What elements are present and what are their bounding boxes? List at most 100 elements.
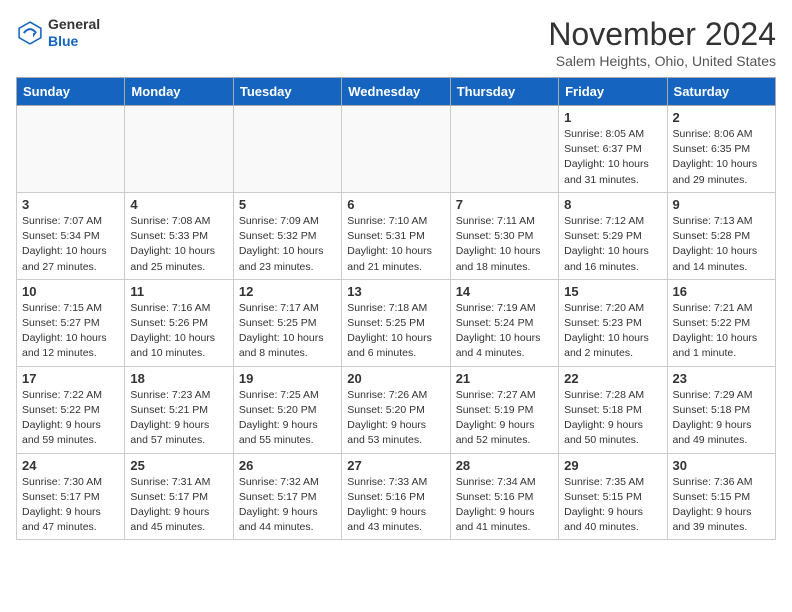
day-number: 9 bbox=[673, 197, 770, 212]
day-info: Sunrise: 7:11 AM Sunset: 5:30 PM Dayligh… bbox=[456, 214, 553, 275]
day-number: 28 bbox=[456, 458, 553, 473]
day-number: 10 bbox=[22, 284, 119, 299]
day-number: 23 bbox=[673, 371, 770, 386]
day-number: 12 bbox=[239, 284, 336, 299]
day-info: Sunrise: 7:35 AM Sunset: 5:15 PM Dayligh… bbox=[564, 475, 661, 536]
day-info: Sunrise: 7:17 AM Sunset: 5:25 PM Dayligh… bbox=[239, 301, 336, 362]
day-number: 13 bbox=[347, 284, 444, 299]
logo-general: General bbox=[48, 16, 100, 32]
day-info: Sunrise: 7:30 AM Sunset: 5:17 PM Dayligh… bbox=[22, 475, 119, 536]
day-info: Sunrise: 8:06 AM Sunset: 6:35 PM Dayligh… bbox=[673, 127, 770, 188]
calendar-cell: 28 Sunrise: 7:34 AM Sunset: 5:16 PM Dayli… bbox=[450, 453, 558, 540]
calendar-cell bbox=[342, 106, 450, 193]
day-number: 4 bbox=[130, 197, 227, 212]
calendar-header-row: SundayMondayTuesdayWednesdayThursdayFrid… bbox=[17, 78, 776, 106]
day-number: 2 bbox=[673, 110, 770, 125]
col-header-sunday: Sunday bbox=[17, 78, 125, 106]
day-number: 17 bbox=[22, 371, 119, 386]
day-info: Sunrise: 8:05 AM Sunset: 6:37 PM Dayligh… bbox=[564, 127, 661, 188]
day-number: 8 bbox=[564, 197, 661, 212]
day-info: Sunrise: 7:13 AM Sunset: 5:28 PM Dayligh… bbox=[673, 214, 770, 275]
calendar-week-4: 17Sunrise: 7:22 AM Sunset: 5:22 PM Dayli… bbox=[17, 366, 776, 453]
day-number: 1 bbox=[564, 110, 661, 125]
calendar-cell: 27 Sunrise: 7:33 AM Sunset: 5:16 PM Dayli… bbox=[342, 453, 450, 540]
day-info: Sunrise: 7:12 AM Sunset: 5:29 PM Dayligh… bbox=[564, 214, 661, 275]
day-number: 25 bbox=[130, 458, 227, 473]
calendar-cell: 13 Sunrise: 7:18 AM Sunset: 5:25 PM Dayli… bbox=[342, 279, 450, 366]
calendar-cell: 22 Sunrise: 7:28 AM Sunset: 5:18 PM Dayli… bbox=[559, 366, 667, 453]
day-number: 16 bbox=[673, 284, 770, 299]
day-number: 5 bbox=[239, 197, 336, 212]
day-number: 20 bbox=[347, 371, 444, 386]
logo-icon bbox=[16, 19, 44, 47]
day-info: Sunrise: 7:34 AM Sunset: 5:16 PM Dayligh… bbox=[456, 475, 553, 536]
calendar-cell: 26 Sunrise: 7:32 AM Sunset: 5:17 PM Dayli… bbox=[233, 453, 341, 540]
day-info: Sunrise: 7:27 AM Sunset: 5:19 PM Dayligh… bbox=[456, 388, 553, 449]
day-number: 29 bbox=[564, 458, 661, 473]
calendar-cell: 3Sunrise: 7:07 AM Sunset: 5:34 PM Daylig… bbox=[17, 192, 125, 279]
calendar-cell bbox=[450, 106, 558, 193]
day-info: Sunrise: 7:19 AM Sunset: 5:24 PM Dayligh… bbox=[456, 301, 553, 362]
day-info: Sunrise: 7:36 AM Sunset: 5:15 PM Dayligh… bbox=[673, 475, 770, 536]
day-info: Sunrise: 7:33 AM Sunset: 5:16 PM Dayligh… bbox=[347, 475, 444, 536]
calendar-cell: 9 Sunrise: 7:13 AM Sunset: 5:28 PM Daylig… bbox=[667, 192, 775, 279]
title-block: November 2024 Salem Heights, Ohio, Unite… bbox=[548, 16, 776, 69]
calendar-cell: 6Sunrise: 7:10 AM Sunset: 5:31 PM Daylig… bbox=[342, 192, 450, 279]
col-header-saturday: Saturday bbox=[667, 78, 775, 106]
month-title: November 2024 bbox=[548, 16, 776, 53]
page-header: General Blue November 2024 Salem Heights… bbox=[16, 16, 776, 69]
calendar-cell: 8 Sunrise: 7:12 AM Sunset: 5:29 PM Daylig… bbox=[559, 192, 667, 279]
calendar-week-1: 1 Sunrise: 8:05 AM Sunset: 6:37 PM Daylig… bbox=[17, 106, 776, 193]
col-header-tuesday: Tuesday bbox=[233, 78, 341, 106]
day-number: 14 bbox=[456, 284, 553, 299]
calendar-week-5: 24Sunrise: 7:30 AM Sunset: 5:17 PM Dayli… bbox=[17, 453, 776, 540]
day-info: Sunrise: 7:16 AM Sunset: 5:26 PM Dayligh… bbox=[130, 301, 227, 362]
day-number: 11 bbox=[130, 284, 227, 299]
calendar-cell: 24Sunrise: 7:30 AM Sunset: 5:17 PM Dayli… bbox=[17, 453, 125, 540]
day-number: 19 bbox=[239, 371, 336, 386]
calendar-cell: 17Sunrise: 7:22 AM Sunset: 5:22 PM Dayli… bbox=[17, 366, 125, 453]
calendar-cell: 5 Sunrise: 7:09 AM Sunset: 5:32 PM Daylig… bbox=[233, 192, 341, 279]
calendar-cell: 15 Sunrise: 7:20 AM Sunset: 5:23 PM Dayli… bbox=[559, 279, 667, 366]
day-info: Sunrise: 7:25 AM Sunset: 5:20 PM Dayligh… bbox=[239, 388, 336, 449]
calendar-cell bbox=[17, 106, 125, 193]
calendar-cell: 7 Sunrise: 7:11 AM Sunset: 5:30 PM Daylig… bbox=[450, 192, 558, 279]
calendar-cell: 14 Sunrise: 7:19 AM Sunset: 5:24 PM Dayli… bbox=[450, 279, 558, 366]
calendar-cell: 19 Sunrise: 7:25 AM Sunset: 5:20 PM Dayli… bbox=[233, 366, 341, 453]
day-info: Sunrise: 7:09 AM Sunset: 5:32 PM Dayligh… bbox=[239, 214, 336, 275]
day-number: 15 bbox=[564, 284, 661, 299]
col-header-friday: Friday bbox=[559, 78, 667, 106]
calendar-cell: 25 Sunrise: 7:31 AM Sunset: 5:17 PM Dayli… bbox=[125, 453, 233, 540]
calendar-cell bbox=[233, 106, 341, 193]
day-info: Sunrise: 7:28 AM Sunset: 5:18 PM Dayligh… bbox=[564, 388, 661, 449]
calendar-cell: 21 Sunrise: 7:27 AM Sunset: 5:19 PM Dayli… bbox=[450, 366, 558, 453]
day-number: 7 bbox=[456, 197, 553, 212]
calendar-week-3: 10 Sunrise: 7:15 AM Sunset: 5:27 PM Dayli… bbox=[17, 279, 776, 366]
day-info: Sunrise: 7:32 AM Sunset: 5:17 PM Dayligh… bbox=[239, 475, 336, 536]
day-info: Sunrise: 7:21 AM Sunset: 5:22 PM Dayligh… bbox=[673, 301, 770, 362]
calendar-cell: 20 Sunrise: 7:26 AM Sunset: 5:20 PM Dayli… bbox=[342, 366, 450, 453]
day-info: Sunrise: 7:18 AM Sunset: 5:25 PM Dayligh… bbox=[347, 301, 444, 362]
calendar-cell: 29 Sunrise: 7:35 AM Sunset: 5:15 PM Dayli… bbox=[559, 453, 667, 540]
day-number: 6 bbox=[347, 197, 444, 212]
day-info: Sunrise: 7:07 AM Sunset: 5:34 PM Dayligh… bbox=[22, 214, 119, 275]
calendar-cell: 12 Sunrise: 7:17 AM Sunset: 5:25 PM Dayli… bbox=[233, 279, 341, 366]
day-info: Sunrise: 7:08 AM Sunset: 5:33 PM Dayligh… bbox=[130, 214, 227, 275]
calendar-cell: 30Sunrise: 7:36 AM Sunset: 5:15 PM Dayli… bbox=[667, 453, 775, 540]
calendar-cell: 18Sunrise: 7:23 AM Sunset: 5:21 PM Dayli… bbox=[125, 366, 233, 453]
day-number: 26 bbox=[239, 458, 336, 473]
day-info: Sunrise: 7:26 AM Sunset: 5:20 PM Dayligh… bbox=[347, 388, 444, 449]
day-number: 22 bbox=[564, 371, 661, 386]
day-info: Sunrise: 7:15 AM Sunset: 5:27 PM Dayligh… bbox=[22, 301, 119, 362]
col-header-monday: Monday bbox=[125, 78, 233, 106]
calendar-week-2: 3Sunrise: 7:07 AM Sunset: 5:34 PM Daylig… bbox=[17, 192, 776, 279]
calendar-cell: 1 Sunrise: 8:05 AM Sunset: 6:37 PM Daylig… bbox=[559, 106, 667, 193]
calendar-cell: 10 Sunrise: 7:15 AM Sunset: 5:27 PM Dayli… bbox=[17, 279, 125, 366]
day-number: 21 bbox=[456, 371, 553, 386]
day-info: Sunrise: 7:29 AM Sunset: 5:18 PM Dayligh… bbox=[673, 388, 770, 449]
day-info: Sunrise: 7:31 AM Sunset: 5:17 PM Dayligh… bbox=[130, 475, 227, 536]
logo-blue: Blue bbox=[48, 33, 78, 49]
day-info: Sunrise: 7:20 AM Sunset: 5:23 PM Dayligh… bbox=[564, 301, 661, 362]
day-number: 27 bbox=[347, 458, 444, 473]
calendar-cell: 16 Sunrise: 7:21 AM Sunset: 5:22 PM Dayli… bbox=[667, 279, 775, 366]
